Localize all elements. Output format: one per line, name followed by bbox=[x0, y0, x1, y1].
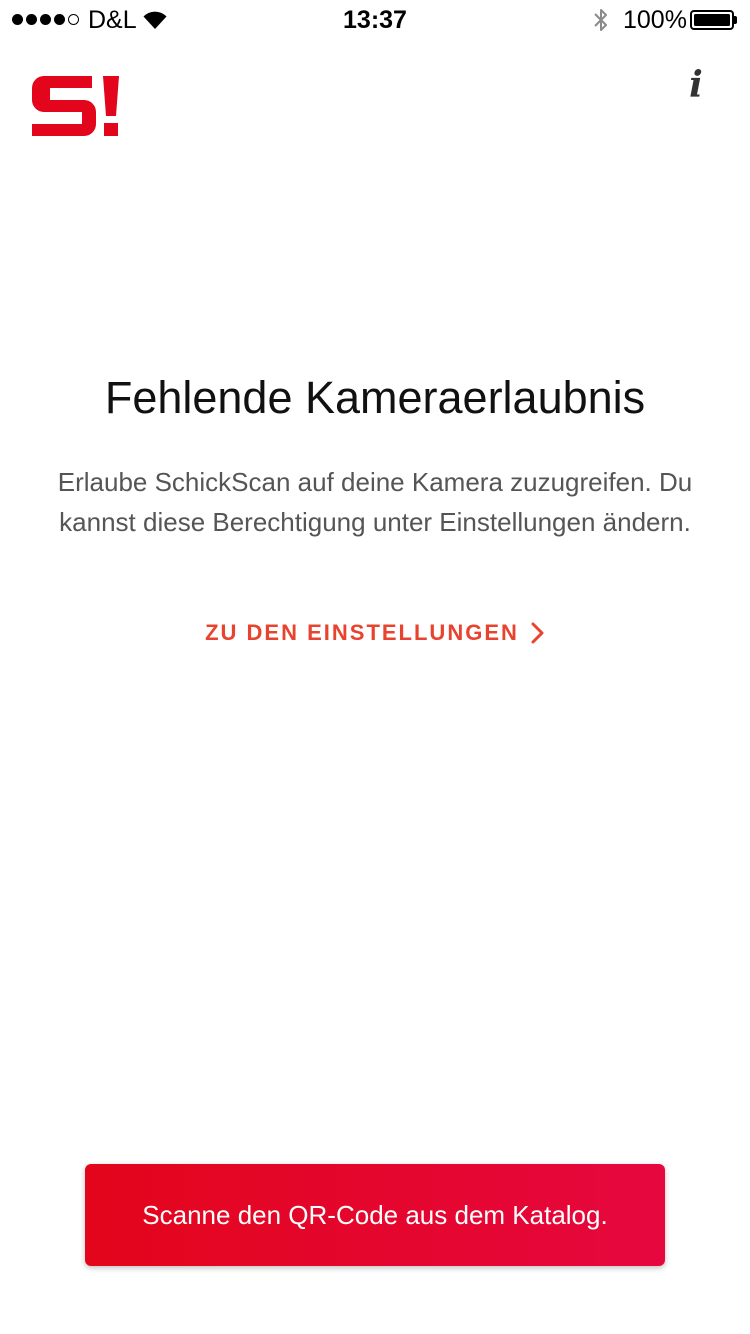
info-button[interactable]: i bbox=[676, 60, 716, 110]
settings-link-label: ZU DEN EINSTELLUNGEN bbox=[205, 620, 519, 645]
battery-fill bbox=[694, 14, 730, 26]
brand-logo bbox=[32, 76, 119, 136]
battery-nub bbox=[734, 16, 737, 24]
go-to-settings-link[interactable]: ZU DEN EINSTELLUNGEN bbox=[0, 620, 750, 646]
bluetooth-icon bbox=[594, 9, 607, 31]
page-title: Fehlende Kameraerlaubnis bbox=[104, 372, 646, 423]
battery-percent: 100% bbox=[623, 6, 687, 34]
scan-qr-button[interactable]: Scanne den QR-Code aus dem Katalog. bbox=[85, 1164, 665, 1266]
chevron-right-icon bbox=[531, 622, 544, 644]
battery-icon bbox=[690, 10, 734, 30]
status-bar: D&L 13:37 100% bbox=[0, 0, 750, 40]
info-icon: i bbox=[689, 64, 703, 106]
permission-message: Erlaube SchickScan auf deine Kamera zuzu… bbox=[57, 467, 693, 537]
